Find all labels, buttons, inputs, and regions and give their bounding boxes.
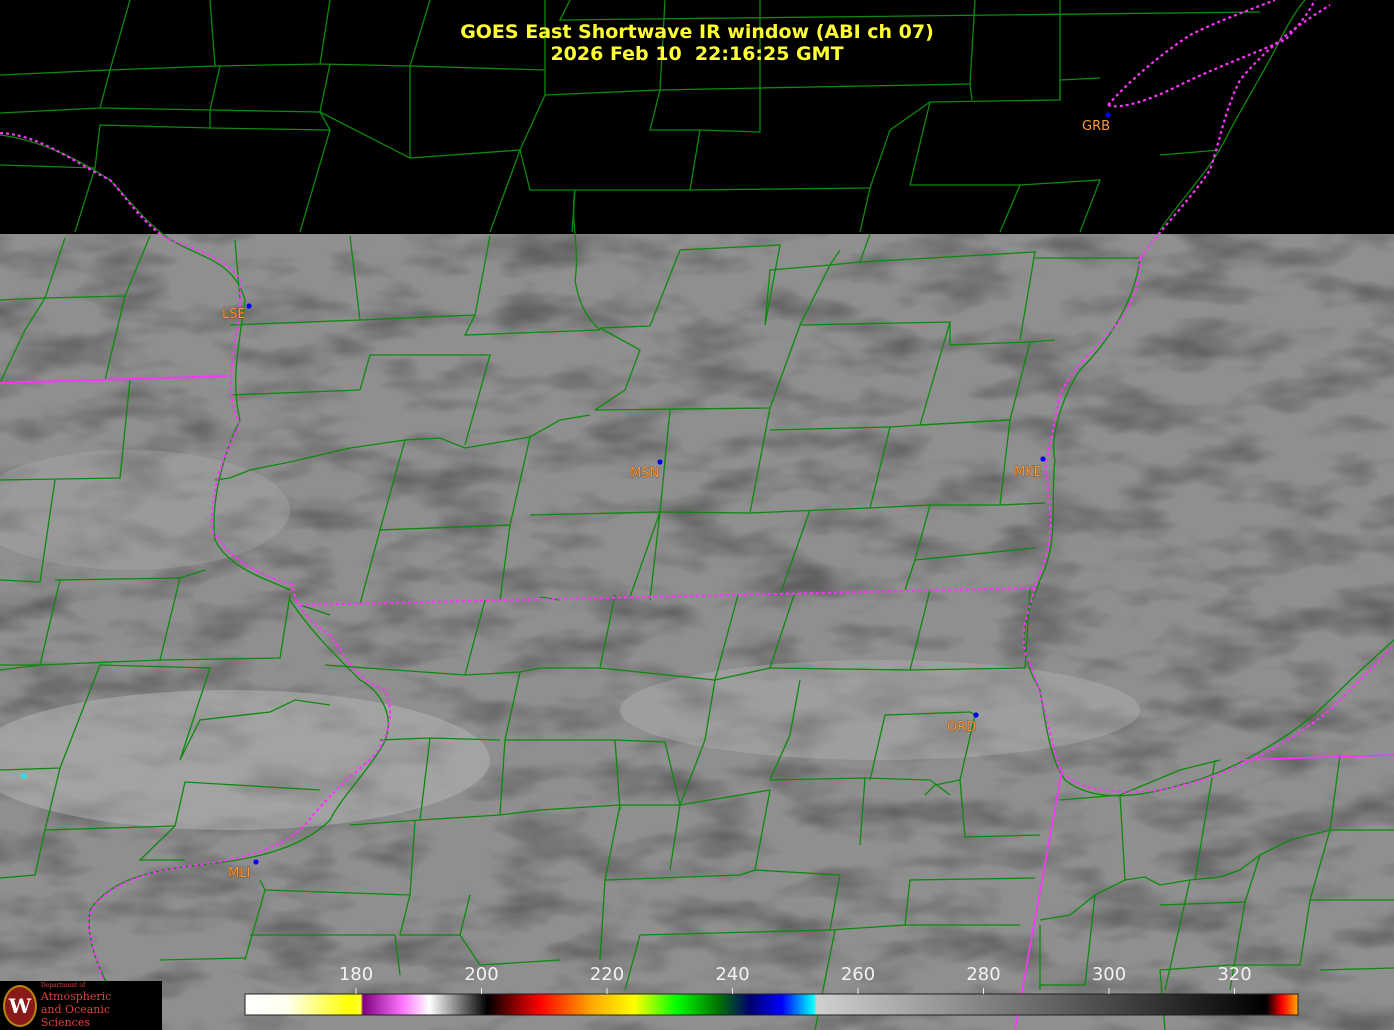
colorbar-tick-label: 240 xyxy=(715,964,749,985)
colorbar-tick-label: 180 xyxy=(339,964,373,985)
station-dot-msn xyxy=(657,459,663,465)
station-label-grb[interactable]: GRB xyxy=(1082,119,1110,134)
station-dot-mke xyxy=(1040,456,1046,462)
station-label-mke[interactable]: MKE xyxy=(1014,465,1043,481)
station-dot-grb xyxy=(1105,112,1111,118)
logo-line-3: and Oceanic Sciences xyxy=(40,1003,111,1029)
station-label-lse[interactable]: LSE xyxy=(222,307,246,323)
satellite-map: LSE MSN MKE ORD MLI GRB 180 200 220 240 260 2… xyxy=(0,0,1394,1030)
cloud-band xyxy=(620,660,1140,760)
colorbar-tick-label: 280 xyxy=(966,964,1000,985)
colorbar-tick-label: 300 xyxy=(1092,964,1126,985)
station-dot-ord xyxy=(973,712,979,718)
station-label-ord[interactable]: ORD xyxy=(947,720,977,736)
station-label-msn[interactable]: MSN xyxy=(630,466,660,482)
cloud-texture xyxy=(0,234,1394,1030)
no-data-region xyxy=(0,0,1394,234)
colorbar-tick-label: 260 xyxy=(841,964,875,985)
colorbar-tick-label: 220 xyxy=(590,964,624,985)
colorbar-tick-label: 320 xyxy=(1217,964,1251,985)
cyan-pixel-marker xyxy=(21,773,27,779)
logo-line-2: Atmospheric xyxy=(40,990,112,1003)
station-label-mli[interactable]: MLI xyxy=(228,866,251,882)
colorbar-tick-label: 200 xyxy=(464,964,498,985)
logo-text: Department of Atmospheric and Oceanic Sc… xyxy=(41,982,162,1029)
station-dot-mli xyxy=(253,859,259,865)
uw-aos-logo[interactable]: W Department of Atmospheric and Oceanic … xyxy=(0,981,162,1030)
station-dot-lse xyxy=(246,303,252,309)
uw-crest-icon: W xyxy=(3,984,37,1027)
logo-line-1: Department of xyxy=(40,982,86,989)
colorbar-ramp xyxy=(244,993,1299,1016)
